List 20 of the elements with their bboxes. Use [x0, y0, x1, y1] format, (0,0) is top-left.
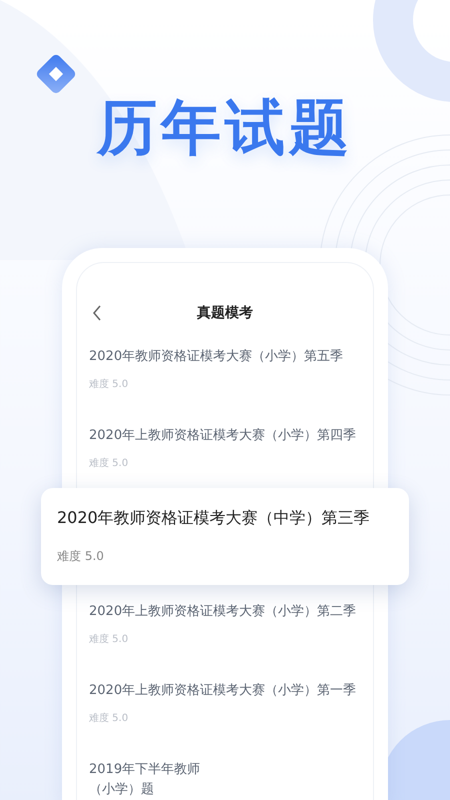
exam-item[interactable]: 2019年下半年教师 （小学）题	[77, 743, 373, 800]
exam-title: 2020年上教师资格证模考大赛（小学）第二季	[89, 603, 356, 621]
exam-title: 2019年下半年教师	[89, 761, 200, 779]
exam-item[interactable]: 2020年上教师资格证模考大赛（小学）第二季 难度 5.0	[77, 585, 373, 664]
exam-item[interactable]: 2020年上教师资格证模考大赛（小学）第一季 难度 5.0	[77, 664, 373, 743]
difficulty-label: 难度 5.0	[89, 712, 130, 726]
exam-title: 2020年教师资格证模考大赛（中学）第三季	[57, 507, 370, 529]
difficulty-label: 难度 5.0	[89, 633, 130, 647]
exam-title: （小学）题	[89, 781, 154, 799]
difficulty-label: 难度 5.0	[89, 457, 130, 471]
exam-title: 2020年上教师资格证模考大赛（小学）第一季	[89, 682, 356, 700]
back-icon[interactable]	[91, 305, 103, 321]
exam-title: 2020年上教师资格证模考大赛（小学）第四季	[89, 427, 356, 445]
highlighted-exam-card[interactable]: 2020年教师资格证模考大赛（中学）第三季 难度 5.0	[41, 488, 409, 585]
difficulty-label: 难度 5.0	[89, 378, 130, 392]
exam-item[interactable]: 2020年教师资格证模考大赛（小学）第五季 难度 5.0	[77, 330, 373, 409]
exam-item[interactable]: 2020年上教师资格证模考大赛（小学）第四季 难度 5.0	[77, 409, 373, 488]
screen-title: 真题模考	[197, 304, 253, 323]
difficulty-label: 难度 5.0	[57, 548, 105, 565]
exam-title: 2020年教师资格证模考大赛（小学）第五季	[89, 348, 344, 366]
